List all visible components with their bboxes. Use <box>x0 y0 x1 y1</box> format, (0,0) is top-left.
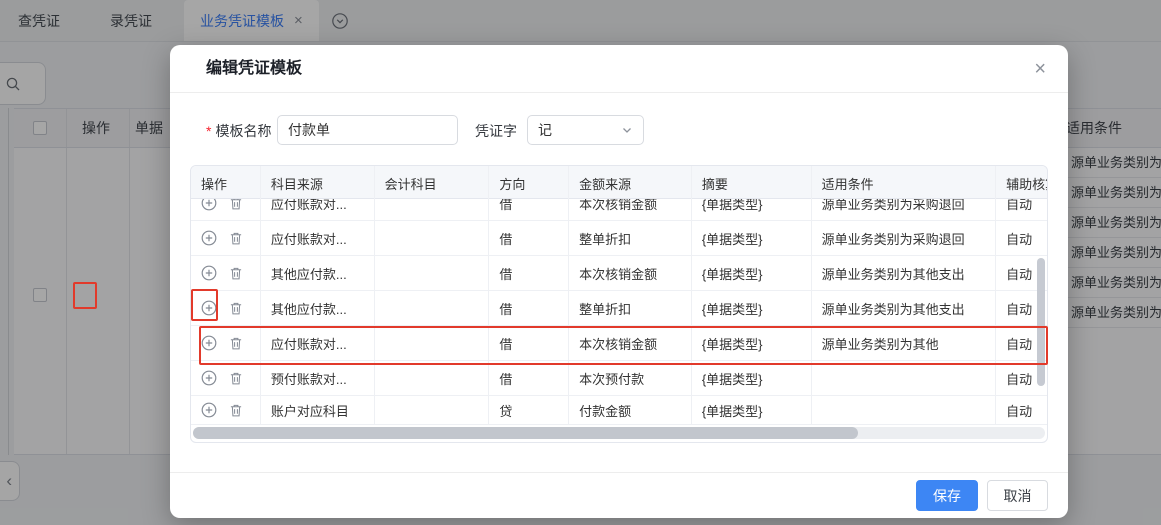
amount-source-cell[interactable]: 本次预付款 <box>569 361 692 395</box>
header-assist: 辅助核算 <box>996 166 1047 200</box>
delete-row-icon[interactable] <box>229 403 243 418</box>
row-actions <box>191 396 261 424</box>
amount-source-cell[interactable]: 本次核销金额 <box>569 199 692 220</box>
header-op: 操作 <box>191 166 261 200</box>
subject-source-cell[interactable]: 预付账款对... <box>261 361 375 395</box>
summary-cell[interactable]: {单据类型} <box>692 396 812 424</box>
header-direction: 方向 <box>489 166 569 200</box>
assist-cell[interactable]: 自动 <box>996 221 1047 255</box>
direction-cell[interactable]: 借 <box>489 256 569 290</box>
subject-source-cell[interactable]: 其他应付款... <box>261 256 375 290</box>
subject-source-cell[interactable]: 应付账款对... <box>261 199 375 220</box>
summary-cell[interactable]: {单据类型} <box>692 361 812 395</box>
delete-row-icon[interactable] <box>229 231 243 246</box>
subject-source-cell[interactable]: 其他应付款... <box>261 291 375 325</box>
condition-cell[interactable]: 源单业务类别为其他支出 <box>812 256 997 290</box>
row-actions <box>191 199 261 220</box>
header-subject-source: 科目来源 <box>261 166 375 200</box>
template-name-input[interactable] <box>277 115 458 145</box>
table-row: 其他应付款... 借 本次核销金额 {单据类型} 源单业务类别为其他支出 自动 <box>191 256 1047 291</box>
header-condition: 适用条件 <box>812 166 997 200</box>
amount-source-cell[interactable]: 本次核销金额 <box>569 256 692 290</box>
add-row-icon[interactable] <box>201 265 217 281</box>
add-row-icon[interactable] <box>201 402 217 418</box>
amount-source-cell[interactable]: 付款金额 <box>569 396 692 424</box>
template-entries-table: 操作 科目来源 会计科目 方向 金额来源 摘要 适用条件 辅助核算 应付账款对.… <box>190 165 1048 443</box>
horizontal-scrollbar-track[interactable] <box>193 427 1045 439</box>
table-row: 其他应付款... 借 整单折扣 {单据类型} 源单业务类别为其他支出 自动 <box>191 291 1047 326</box>
assist-cell[interactable]: 自动 <box>996 396 1047 424</box>
row-actions <box>191 256 261 290</box>
delete-row-icon[interactable] <box>229 266 243 281</box>
annotation-box-row <box>199 326 1048 365</box>
chevron-down-icon <box>621 124 633 136</box>
account-cell[interactable] <box>375 256 490 290</box>
account-cell[interactable] <box>375 396 490 424</box>
account-cell[interactable] <box>375 221 490 255</box>
subject-source-cell[interactable]: 账户对应科目 <box>261 396 375 424</box>
delete-row-icon[interactable] <box>229 371 243 386</box>
voucher-word-value: 记 <box>538 120 552 140</box>
delete-row-icon[interactable] <box>229 199 243 211</box>
amount-source-cell[interactable]: 整单折扣 <box>569 221 692 255</box>
entries-table-header: 操作 科目来源 会计科目 方向 金额来源 摘要 适用条件 辅助核算 <box>191 166 1047 199</box>
account-cell[interactable] <box>375 199 490 220</box>
modal-header: 编辑凭证模板 × <box>170 45 1068 93</box>
header-summary: 摘要 <box>692 166 812 200</box>
annotation-box-edit-icon <box>73 282 97 309</box>
subject-source-cell[interactable]: 应付账款对... <box>261 221 375 255</box>
voucher-word-select[interactable]: 记 <box>527 115 644 145</box>
summary-cell[interactable]: {单据类型} <box>692 291 812 325</box>
horizontal-scrollbar-thumb[interactable] <box>193 427 858 439</box>
condition-cell[interactable]: 源单业务类别为采购退回 <box>812 199 997 220</box>
assist-cell[interactable]: 自动 <box>996 199 1047 220</box>
modal-close-icon[interactable]: × <box>1034 57 1046 81</box>
table-row: 账户对应科目 贷 付款金额 {单据类型} 自动 <box>191 396 1047 425</box>
template-name-label: *模板名称 <box>206 121 271 141</box>
summary-cell[interactable]: {单据类型} <box>692 256 812 290</box>
required-mark: * <box>206 123 211 139</box>
add-row-icon[interactable] <box>201 199 217 211</box>
account-cell[interactable] <box>375 291 490 325</box>
table-row: 预付账款对... 借 本次预付款 {单据类型} 自动 <box>191 361 1047 396</box>
condition-cell[interactable] <box>812 396 997 424</box>
direction-cell[interactable]: 贷 <box>489 396 569 424</box>
summary-cell[interactable]: {单据类型} <box>692 221 812 255</box>
footer-divider <box>170 472 1068 473</box>
amount-source-cell[interactable]: 整单折扣 <box>569 291 692 325</box>
row-actions <box>191 221 261 255</box>
condition-cell[interactable] <box>812 361 997 395</box>
account-cell[interactable] <box>375 361 490 395</box>
add-row-icon[interactable] <box>201 370 217 386</box>
condition-cell[interactable]: 源单业务类别为采购退回 <box>812 221 997 255</box>
edit-voucher-template-modal: 编辑凭证模板 × *模板名称 凭证字 记 操作 科目来源 会计科目 方向 金额来… <box>170 45 1068 518</box>
direction-cell[interactable]: 借 <box>489 361 569 395</box>
save-button[interactable]: 保存 <box>916 480 978 511</box>
modal-title: 编辑凭证模板 <box>206 45 302 93</box>
direction-cell[interactable]: 借 <box>489 221 569 255</box>
condition-cell[interactable]: 源单业务类别为其他支出 <box>812 291 997 325</box>
cancel-button[interactable]: 取消 <box>987 480 1048 511</box>
add-row-icon[interactable] <box>201 230 217 246</box>
table-row: 应付账款对... 借 整单折扣 {单据类型} 源单业务类别为采购退回 自动 <box>191 221 1047 256</box>
vertical-scrollbar-thumb[interactable] <box>1037 258 1045 386</box>
header-amount-source: 金额来源 <box>569 166 692 200</box>
direction-cell[interactable]: 借 <box>489 199 569 220</box>
summary-cell[interactable]: {单据类型} <box>692 199 812 220</box>
row-actions <box>191 361 261 395</box>
delete-row-icon[interactable] <box>229 301 243 316</box>
direction-cell[interactable]: 借 <box>489 291 569 325</box>
annotation-box-add-icon <box>191 289 218 321</box>
header-account: 会计科目 <box>375 166 490 200</box>
voucher-word-label: 凭证字 <box>475 121 517 141</box>
table-row: 应付账款对... 借 本次核销金额 {单据类型} 源单业务类别为采购退回 自动 <box>191 199 1047 221</box>
modal-form: *模板名称 凭证字 记 <box>170 115 1068 145</box>
